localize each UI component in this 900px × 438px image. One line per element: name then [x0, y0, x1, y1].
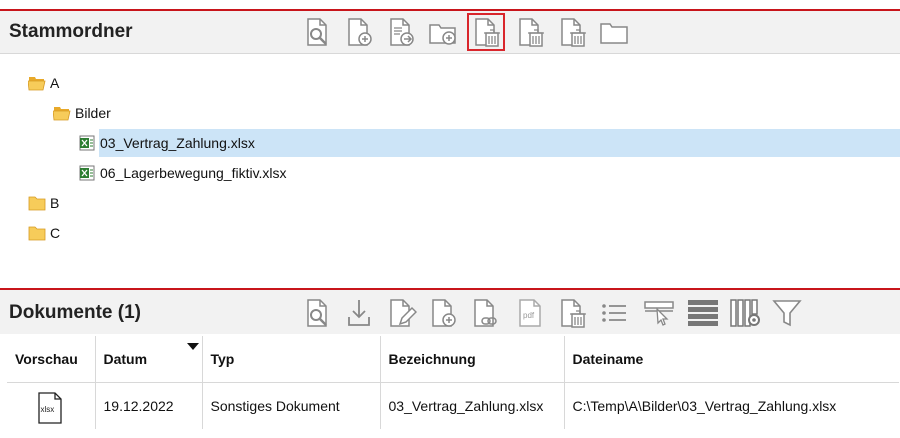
- table-row[interactable]: xlsx 19.12.2022 Sonstiges Dokument 03_Ve…: [7, 382, 899, 429]
- documents-title: Dokumente (1): [9, 302, 141, 323]
- column-header-vorschau[interactable]: Vorschau: [7, 336, 96, 383]
- column-header-label: Datum: [103, 351, 148, 367]
- column-header-datum[interactable]: Datum: [95, 336, 203, 383]
- column-settings-button[interactable]: [726, 294, 764, 332]
- column-header-label: Bezeichnung: [388, 351, 476, 367]
- rows-button[interactable]: [684, 294, 722, 332]
- folder-open-icon: [53, 107, 71, 121]
- move-document-button[interactable]: [382, 13, 420, 51]
- add-document-button[interactable]: [424, 294, 462, 332]
- excel-file-icon: [79, 135, 95, 151]
- svg-text:xlsx: xlsx: [41, 405, 55, 414]
- link-document-button[interactable]: [466, 294, 504, 332]
- filename-cell: C:\Temp\A\Bilder\03_Vertrag_Zahlung.xlsx: [572, 398, 837, 414]
- delete-document-icon: [475, 18, 500, 47]
- view-document-icon: [307, 299, 327, 327]
- delete-document-icon: [561, 299, 586, 328]
- column-header-label: Typ: [210, 351, 235, 367]
- column-settings-icon: [730, 299, 760, 327]
- delete-document-button[interactable]: [553, 294, 591, 332]
- select-columns-icon: [644, 301, 674, 326]
- tree-item-label: B: [50, 195, 60, 211]
- list-icon: [602, 304, 626, 322]
- tree-item-label: Bilder: [75, 105, 111, 121]
- type-cell: Sonstiges Dokument: [202, 382, 381, 429]
- pdf-button[interactable]: pdf: [511, 294, 549, 332]
- select-columns-button[interactable]: [640, 294, 678, 332]
- preview-cell[interactable]: xlsx: [7, 382, 96, 429]
- tree-item-label: 03_Vertrag_Zahlung.xlsx: [100, 135, 255, 151]
- delete-document-button-3[interactable]: [553, 13, 591, 51]
- svg-text:pdf: pdf: [523, 311, 535, 320]
- download-icon: [348, 300, 370, 326]
- table-header-row: Vorschau Datum Typ Bezeichnung Dateiname: [7, 336, 899, 383]
- add-folder-icon: [429, 24, 456, 45]
- delete-document-button-2[interactable]: [511, 13, 549, 51]
- view-document-button[interactable]: [298, 13, 336, 51]
- name-cell: 03_Vertrag_Zahlung.xlsx: [380, 382, 565, 429]
- view-document-button[interactable]: [298, 294, 336, 332]
- folder-icon: [600, 23, 628, 44]
- delete-document-icon-3: [561, 18, 586, 47]
- rows-icon: [688, 300, 718, 326]
- delete-document-icon-2: [519, 18, 544, 47]
- sort-descending-icon: [186, 343, 199, 350]
- edit-document-button[interactable]: [382, 294, 420, 332]
- pdf-icon: pdf: [519, 299, 541, 327]
- column-header-label: Vorschau: [15, 351, 78, 367]
- xlsx-preview-icon: xlsx: [38, 392, 62, 424]
- filter-icon: [772, 300, 802, 327]
- add-folder-button[interactable]: [424, 13, 462, 51]
- view-document-icon: [307, 18, 327, 46]
- download-button[interactable]: [340, 294, 378, 332]
- add-document-icon: [348, 18, 372, 46]
- root-folder-title: Stammordner: [9, 21, 133, 42]
- delete-document-button[interactable]: [467, 13, 505, 51]
- move-document-icon: [390, 18, 414, 46]
- add-document-icon: [432, 299, 456, 327]
- list-button[interactable]: [595, 294, 633, 332]
- folder-icon: [28, 196, 46, 211]
- link-document-icon: [474, 299, 497, 327]
- column-header-label: Dateiname: [572, 351, 644, 367]
- folder-button[interactable]: [595, 13, 633, 51]
- folder-open-icon: [28, 77, 46, 91]
- root-folder-header: Stammordner: [0, 9, 900, 53]
- date-cell: 19.12.2022: [95, 382, 203, 429]
- folder-icon: [28, 226, 46, 241]
- column-header-dateiname[interactable]: Dateiname: [564, 336, 899, 383]
- add-document-button[interactable]: [340, 13, 378, 51]
- tree-item-label: A: [50, 75, 60, 91]
- edit-document-icon: [390, 299, 417, 327]
- documents-table: Vorschau Datum Typ Bezeichnung Dateiname…: [7, 336, 899, 429]
- tree-item-label: C: [50, 225, 61, 241]
- excel-file-icon: [79, 165, 95, 181]
- filter-button[interactable]: [768, 294, 806, 332]
- column-header-typ[interactable]: Typ: [202, 336, 381, 383]
- tree-item-label: 06_Lagerbewegung_fiktiv.xlsx: [100, 165, 287, 181]
- column-header-bezeichnung[interactable]: Bezeichnung: [380, 336, 565, 383]
- documents-header: Dokumente (1) pdf: [0, 288, 900, 334]
